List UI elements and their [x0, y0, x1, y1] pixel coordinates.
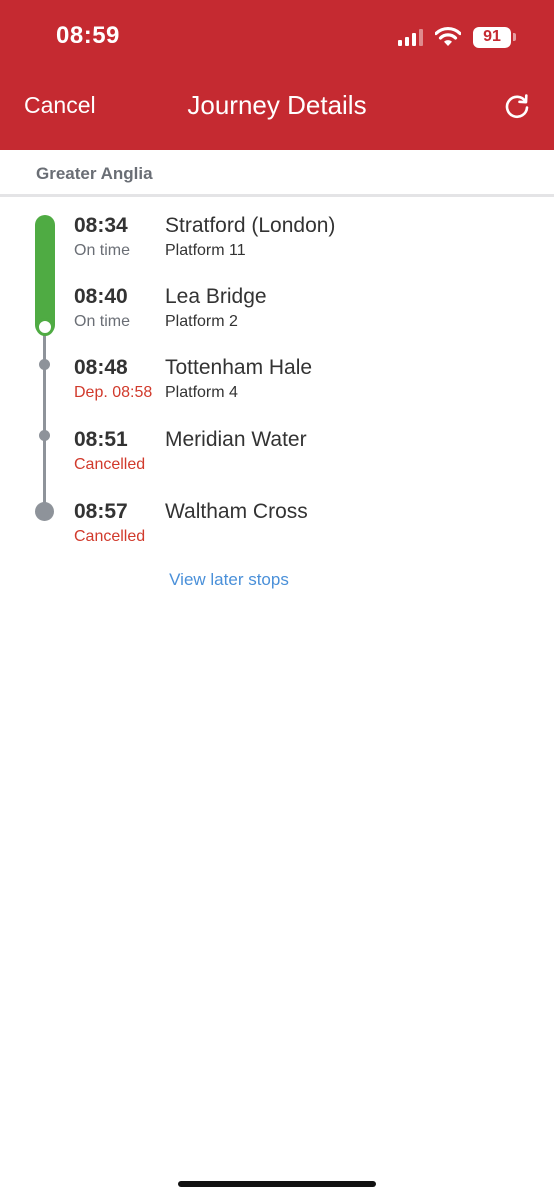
- operator-bar: Greater Anglia: [0, 150, 554, 197]
- journey-timeline: 08:34 On time Stratford (London) Platfor…: [0, 198, 554, 618]
- stop-time: 08:57: [74, 500, 128, 523]
- stop-time: 08:40: [74, 285, 128, 308]
- battery-level: 91: [483, 28, 501, 45]
- home-indicator[interactable]: [178, 1181, 376, 1187]
- stop-status: Cancelled: [74, 528, 146, 545]
- stop-status: Dep. 08:58: [74, 384, 153, 401]
- wifi-icon: [435, 26, 461, 46]
- stop-platform: Platform 11: [165, 242, 246, 259]
- app-header: 08:59 91 Cancel Journey Details: [0, 0, 554, 150]
- operator-name: Greater Anglia: [36, 164, 153, 183]
- cellular-signal-icon: [398, 28, 423, 46]
- stop-name: Waltham Cross: [165, 500, 308, 523]
- stop-time: 08:34: [74, 214, 128, 237]
- stop-platform: Platform 4: [165, 384, 238, 401]
- stop-row[interactable]: 08:57 Cancelled Waltham Cross: [0, 500, 554, 560]
- battery-icon: 91: [473, 26, 511, 48]
- cancel-button[interactable]: Cancel: [24, 92, 96, 119]
- stop-row[interactable]: 08:51 Cancelled Meridian Water: [0, 428, 554, 488]
- stop-status: On time: [74, 313, 131, 330]
- status-bar-time: 08:59: [56, 22, 120, 49]
- stop-name: Meridian Water: [165, 428, 307, 451]
- stop-platform: Platform 2: [165, 313, 238, 330]
- stop-status: Cancelled: [74, 456, 146, 473]
- stop-time: 08:48: [74, 356, 128, 379]
- stop-time: 08:51: [74, 428, 128, 451]
- stop-status: On time: [74, 242, 131, 259]
- refresh-icon[interactable]: [502, 92, 532, 122]
- stop-row[interactable]: 08:34 On time Stratford (London) Platfor…: [0, 214, 554, 274]
- stop-row[interactable]: 08:40 On time Lea Bridge Platform 2: [0, 285, 554, 345]
- battery-nub: [513, 33, 516, 41]
- stop-row[interactable]: 08:48 Dep. 08:58 Tottenham Hale Platform…: [0, 356, 554, 416]
- view-later-stops-link[interactable]: View later stops: [0, 570, 458, 590]
- stop-name: Tottenham Hale: [165, 356, 313, 379]
- status-bar-icons: 91: [398, 24, 516, 50]
- stop-name: Lea Bridge: [165, 285, 267, 308]
- stop-name: Stratford (London): [165, 214, 336, 237]
